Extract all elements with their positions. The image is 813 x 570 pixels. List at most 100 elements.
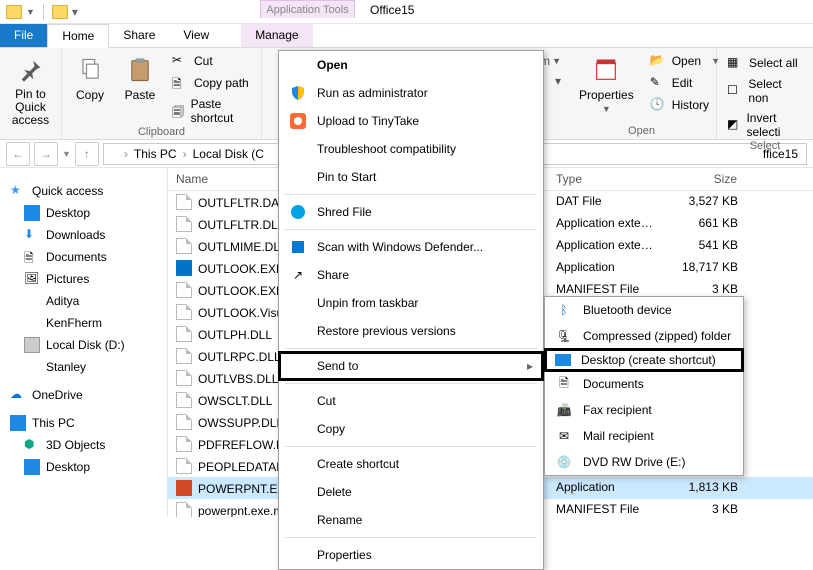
paste-button[interactable]: Paste (120, 52, 160, 104)
open-group-label: Open (575, 125, 708, 137)
sendto-mail[interactable]: ✉Mail recipient (545, 423, 743, 449)
history-button[interactable]: 🕓History (648, 96, 722, 114)
ctx-tinytake[interactable]: Upload to TinyTake (279, 107, 543, 135)
drive-icon (24, 337, 40, 353)
file-name: OUTLRPC.DLL (198, 350, 281, 364)
ctx-shred[interactable]: Shred File (279, 198, 543, 226)
downloads-icon: ⬇ (24, 227, 40, 243)
sendto-bluetooth[interactable]: ᛒBluetooth device (545, 297, 743, 323)
nav-local-d[interactable]: Local Disk (D:) (0, 334, 167, 356)
scissors-icon: ✂ (172, 53, 188, 69)
nav-aditya[interactable]: Aditya (0, 290, 167, 312)
ctx-share[interactable]: ↗Share (279, 261, 543, 289)
desktop-icon (24, 205, 40, 221)
ctx-cut[interactable]: Cut (279, 387, 543, 415)
tab-file[interactable]: File (0, 24, 47, 47)
file-size: 3 KB (666, 500, 746, 517)
sendto-desktop-shortcut[interactable]: Desktop (create shortcut) (545, 349, 743, 371)
forward-button[interactable]: → (34, 142, 58, 166)
up-button[interactable]: ↑ (75, 142, 99, 166)
nav-desktop-2[interactable]: Desktop (0, 456, 167, 478)
sendto-fax[interactable]: 📠Fax recipient (545, 397, 743, 423)
tab-share[interactable]: Share (109, 24, 169, 47)
copy-button[interactable]: Copy (70, 52, 110, 104)
file-icon (176, 458, 192, 474)
ctx-open[interactable]: Open (279, 51, 543, 79)
nav-desktop[interactable]: Desktop (0, 202, 167, 224)
documents-icon: 🗎 (24, 249, 40, 265)
file-size: 661 KB (666, 214, 746, 234)
shred-icon (289, 203, 307, 221)
ctx-properties[interactable]: Properties (279, 541, 543, 569)
invert-selection-button[interactable]: ◩Invert selecti (725, 110, 805, 140)
qat-more-icon[interactable]: ▾ (72, 5, 78, 19)
col-size[interactable]: Size (666, 168, 746, 190)
copy-path-button[interactable]: 🗎Copy path (170, 74, 253, 92)
select-none-button[interactable]: ☐Select non (725, 76, 805, 106)
sendto-compressed[interactable]: 🗜Compressed (zipped) folder (545, 323, 743, 349)
ctx-delete[interactable]: Delete (279, 478, 543, 506)
ribbon-tabs: File Home Share View Manage (0, 24, 813, 48)
tab-home[interactable]: Home (47, 24, 109, 48)
file-icon (176, 326, 192, 342)
history-icon: 🕓 (650, 97, 666, 113)
chevron-right-icon: ▸ (527, 359, 533, 373)
ctx-copy[interactable]: Copy (279, 415, 543, 443)
back-button[interactable]: ← (6, 142, 30, 166)
nav-pictures[interactable]: 🖼Pictures (0, 268, 167, 290)
file-name: PDFREFLOW.E (198, 438, 284, 452)
edit-button[interactable]: ✎Edit (648, 74, 722, 92)
folder-icon (108, 148, 122, 160)
ctx-unpin-taskbar[interactable]: Unpin from taskbar (279, 289, 543, 317)
share-icon: ↗ (289, 266, 307, 284)
tab-manage[interactable]: Manage (241, 24, 312, 47)
ctx-run-as-admin[interactable]: Run as administrator (279, 79, 543, 107)
pin-icon (15, 54, 47, 86)
properties-button[interactable]: Properties ▼ (575, 52, 638, 116)
ctx-troubleshoot[interactable]: Troubleshoot compatibility (279, 135, 543, 163)
file-size: 541 KB (666, 236, 746, 256)
file-icon (176, 414, 192, 430)
file-icon (176, 238, 192, 254)
crumb-this-pc[interactable]: This PC (130, 147, 181, 161)
sendto-dvd[interactable]: 💿DVD RW Drive (E:) (545, 449, 743, 475)
pictures-icon: 🖼 (24, 271, 40, 287)
crumb-drive[interactable]: Local Disk (C (189, 147, 268, 161)
col-type[interactable]: Type (548, 168, 666, 190)
properties-icon (590, 54, 622, 86)
cut-button[interactable]: ✂Cut (170, 52, 253, 70)
nav-downloads[interactable]: ⬇Downloads (0, 224, 167, 246)
properties-label: Properties (579, 88, 634, 102)
sendto-documents[interactable]: 🗎Documents (545, 371, 743, 397)
nav-stanley[interactable]: Stanley (0, 356, 167, 378)
paste-icon (124, 54, 156, 86)
tab-view[interactable]: View (169, 24, 223, 47)
file-icon (176, 260, 192, 276)
open-button[interactable]: 📂Open▼ (648, 52, 722, 70)
nav-kenfherm[interactable]: KenFherm (0, 312, 167, 334)
ctx-create-shortcut[interactable]: Create shortcut (279, 450, 543, 478)
file-name: OUTLVBS.DLL (198, 372, 278, 386)
dropdown-icon[interactable]: ▼ (26, 7, 35, 17)
select-all-button[interactable]: ▦Select all (725, 54, 805, 72)
file-name: OUTLFLTR.DLL (198, 218, 284, 232)
nav-3d-objects[interactable]: ⬢3D Objects (0, 434, 167, 456)
ctx-send-to[interactable]: Send to▸ (279, 352, 543, 380)
pin-quick-access-button[interactable]: Pin to Quick access (8, 52, 53, 130)
nav-onedrive[interactable]: ☁OneDrive (0, 384, 167, 406)
paste-shortcut-icon: 🗐 (172, 103, 185, 119)
nav-quick-access[interactable]: ★Quick access (0, 180, 167, 202)
copy-path-icon: 🗎 (172, 75, 188, 91)
ctx-defender[interactable]: Scan with Windows Defender... (279, 233, 543, 261)
recent-dropdown[interactable]: ▼ (62, 149, 71, 159)
ctx-restore-versions[interactable]: Restore previous versions (279, 317, 543, 345)
file-size: 1,813 KB (666, 478, 746, 498)
paste-shortcut-button[interactable]: 🗐Paste shortcut (170, 96, 253, 126)
file-icon (176, 436, 192, 452)
ctx-pin-start[interactable]: Pin to Start (279, 163, 543, 191)
ctx-rename[interactable]: Rename (279, 506, 543, 534)
nav-documents[interactable]: 🗎Documents (0, 246, 167, 268)
folder-open-icon[interactable] (52, 5, 68, 19)
file-size: 18,717 KB (666, 258, 746, 278)
nav-this-pc[interactable]: This PC (0, 412, 167, 434)
